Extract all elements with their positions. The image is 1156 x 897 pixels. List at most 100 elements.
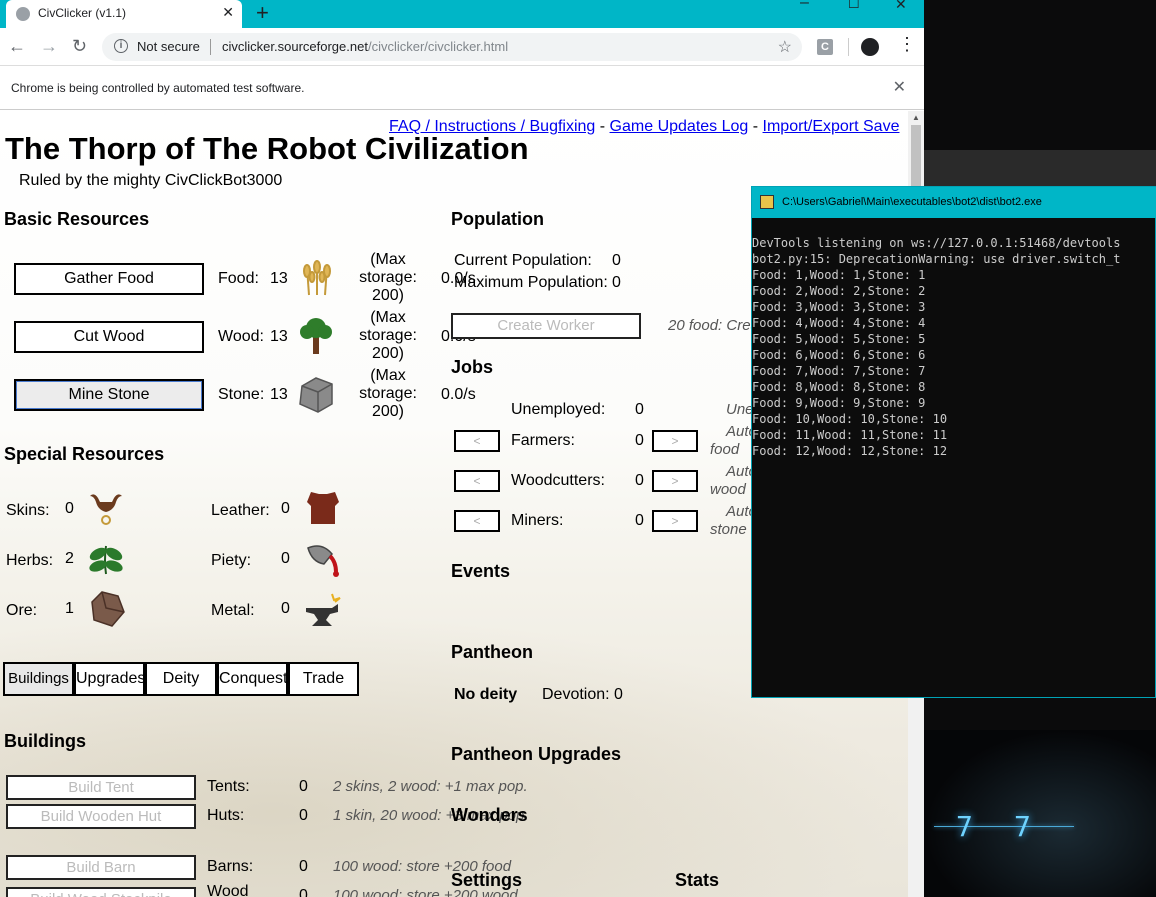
console-titlebar[interactable]: C:\Users\Gabriel\Main\executables\bot2\d…	[752, 187, 1156, 218]
cut-wood-button[interactable]: Cut Wood	[14, 321, 204, 353]
build-tent-button[interactable]: Build Tent	[6, 775, 196, 800]
huts-label: Huts:	[207, 807, 245, 824]
anvil-icon	[302, 590, 342, 630]
deity-name: No deity	[454, 686, 518, 703]
profile-avatar-icon[interactable]	[861, 38, 879, 56]
console-line: Food: 6,Wood: 6,Stone: 6	[752, 348, 926, 362]
reload-icon[interactable]: ↻	[72, 36, 87, 57]
miners-increase-button[interactable]: >	[652, 510, 698, 532]
build-hut-button[interactable]: Build Wooden Hut	[6, 804, 196, 829]
tab-close-icon[interactable]: ✕	[222, 4, 234, 21]
create-worker-button[interactable]: Create Worker	[451, 313, 641, 339]
menu-kebab-icon[interactable]: ⋮	[898, 35, 916, 53]
updates-log-link[interactable]: Game Updates Log	[610, 118, 749, 135]
automation-infobar: Chrome is being controlled by automated …	[0, 67, 924, 110]
pantheon-upgrades-heading: Pantheon Upgrades	[451, 744, 622, 764]
herbs-label: Herbs:	[6, 552, 54, 569]
back-icon[interactable]: ←	[8, 36, 26, 57]
tab-trade[interactable]: Trade	[288, 662, 359, 696]
ruler-subtitle: Ruled by the mighty CivClickBot3000	[19, 172, 283, 189]
herb-icon	[86, 538, 126, 578]
url-text[interactable]: civclicker.sourceforge.net/civclicker/ci…	[222, 39, 508, 54]
console-line: Food: 11,Wood: 11,Stone: 11	[752, 428, 948, 442]
wood-stockpile-label: Wood	[207, 883, 249, 897]
new-tab-button[interactable]: +	[256, 0, 269, 26]
extension-icon[interactable]: C	[817, 39, 833, 55]
wallpaper-glyph: 7	[956, 810, 973, 843]
bookmark-star-icon[interactable]: ☆	[778, 37, 792, 57]
metal-value: 0	[281, 600, 290, 617]
skins-label: Skins:	[6, 502, 50, 519]
miners-decrease-button[interactable]: <	[454, 510, 500, 532]
farmers-decrease-button[interactable]: <	[454, 430, 500, 452]
browser-tab[interactable]: CivClicker (v1.1) ✕	[6, 0, 242, 28]
console-line: Food: 8,Wood: 8,Stone: 8	[752, 380, 926, 394]
console-app-icon	[760, 195, 774, 209]
address-bar[interactable]: i Not secure civclicker.sourceforge.net/…	[102, 33, 802, 61]
woodcutters-value: 0	[635, 472, 644, 489]
pantheon-heading: Pantheon	[451, 642, 534, 662]
url-path: /civclicker/civclicker.html	[367, 39, 509, 54]
maximize-icon[interactable]: ☐	[848, 0, 860, 12]
console-window: C:\Users\Gabriel\Main\executables\bot2\d…	[751, 186, 1156, 698]
barns-label: Barns:	[207, 858, 254, 875]
leather-label: Leather:	[211, 502, 270, 519]
link-separator: -	[752, 118, 759, 135]
woodcutters-note-resource: wood	[710, 481, 746, 498]
food-storage: (Max storage: 200)	[359, 251, 417, 304]
forward-icon[interactable]: →	[40, 36, 58, 57]
minimize-icon[interactable]: –	[800, 0, 809, 12]
wood-storage: (Max storage: 200)	[359, 309, 417, 362]
not-secure-label: Not secure	[137, 39, 200, 54]
console-line: Food: 7,Wood: 7,Stone: 7	[752, 364, 926, 378]
wallpaper-glyph: 7	[1014, 810, 1031, 843]
unemployed-label: Unemployed:	[511, 401, 606, 418]
piety-icon	[302, 538, 342, 578]
console-title: C:\Users\Gabriel\Main\executables\bot2\d…	[782, 196, 1042, 208]
build-barn-button[interactable]: Build Barn	[6, 855, 196, 880]
tab-deity[interactable]: Deity	[145, 662, 217, 696]
scroll-up-icon[interactable]: ▲	[912, 113, 920, 122]
current-population-label: Current Population:	[454, 252, 592, 269]
wheat-icon	[297, 257, 337, 297]
stone-storage: (Max storage: 200)	[359, 367, 417, 420]
tab-buildings[interactable]: Buildings	[3, 662, 74, 696]
info-icon[interactable]: i	[114, 39, 128, 53]
buildings-heading: Buildings	[4, 731, 86, 751]
piety-value: 0	[281, 550, 290, 567]
tab-conquest[interactable]: Conquest	[217, 662, 288, 696]
woodcutters-increase-button[interactable]: >	[652, 470, 698, 492]
stone-rate: 0.0/s	[441, 386, 476, 403]
woodcutters-label: Woodcutters:	[511, 472, 605, 489]
console-line: Food: 10,Wood: 10,Stone: 10	[752, 412, 948, 426]
tent-cost: 2 skins, 2 wood: +1 max pop.	[333, 778, 528, 795]
jobs-heading: Jobs	[451, 357, 494, 377]
farmers-increase-button[interactable]: >	[652, 430, 698, 452]
huts-count: 0	[299, 807, 308, 824]
special-resources-heading: Special Resources	[4, 444, 165, 464]
tents-count: 0	[299, 778, 308, 795]
favicon-icon	[16, 7, 30, 21]
console-output: DevTools listening on ws://127.0.0.1:514…	[752, 235, 1156, 459]
console-line: Food: 4,Wood: 4,Stone: 4	[752, 316, 926, 330]
gather-food-button[interactable]: Gather Food	[14, 263, 204, 295]
url-host: civclicker.sourceforge.net	[222, 39, 368, 54]
omnibox-separator	[210, 39, 211, 55]
import-export-link[interactable]: Import/Export Save	[763, 118, 900, 135]
population-heading: Population	[451, 209, 544, 229]
max-population-value: 0	[612, 274, 621, 291]
miners-label: Miners:	[511, 512, 564, 529]
ore-label: Ore:	[6, 602, 38, 619]
tab-upgrades[interactable]: Upgrades	[74, 662, 145, 696]
infobar-close-icon[interactable]: ✕	[893, 77, 906, 97]
woodcutters-decrease-button[interactable]: <	[454, 470, 500, 492]
console-line: Food: 9,Wood: 9,Stone: 9	[752, 396, 926, 410]
metal-label: Metal:	[211, 602, 255, 619]
mine-stone-button[interactable]: Mine Stone	[14, 379, 204, 411]
console-line: Food: 2,Wood: 2,Stone: 2	[752, 284, 926, 298]
stone-icon	[296, 374, 336, 414]
console-line: Food: 1,Wood: 1,Stone: 1	[752, 268, 926, 282]
build-wood-stockpile-button[interactable]: Build Wood Stockpile	[6, 887, 196, 897]
close-window-icon[interactable]: ✕	[895, 0, 907, 13]
max-population-label: Maximum Population:	[454, 274, 608, 291]
